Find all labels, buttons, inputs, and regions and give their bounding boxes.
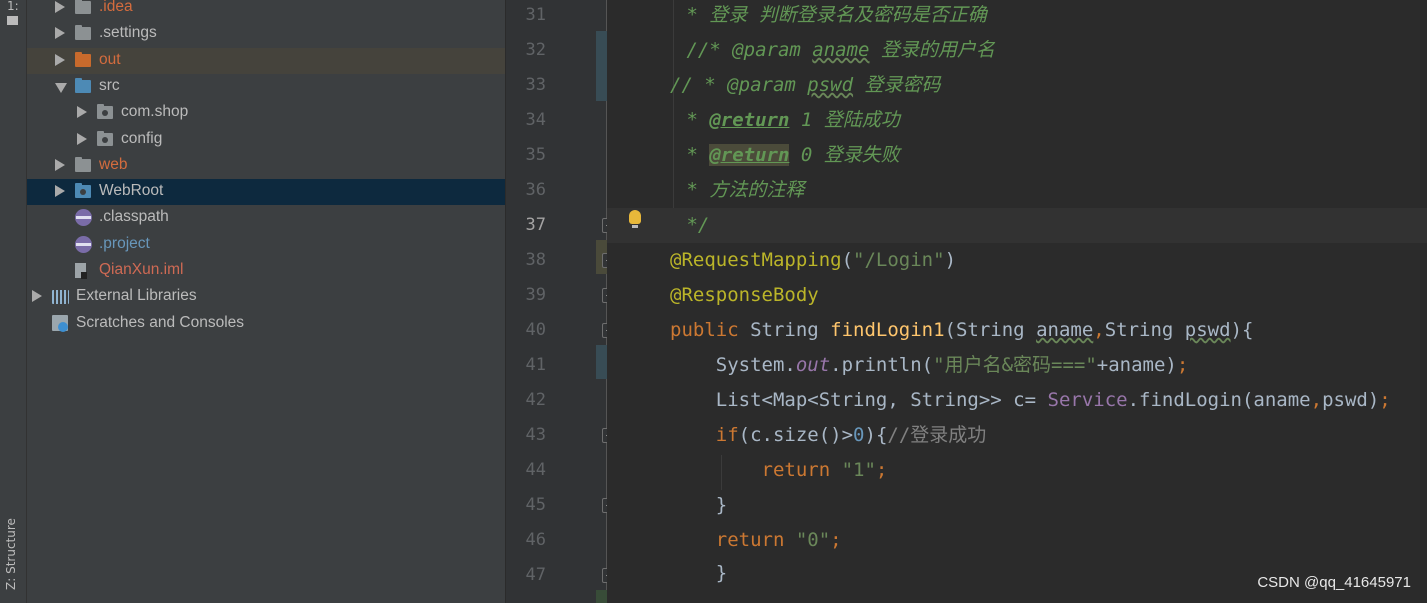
code-line-32: //* @param aname 登录的用户名 <box>675 39 995 61</box>
code-line-44: return "1"; <box>761 459 888 481</box>
line-number: 36 <box>525 180 546 200</box>
folder-icon <box>75 0 91 14</box>
line-number: 35 <box>525 145 546 165</box>
project-tool-button[interactable]: 1: <box>7 0 19 25</box>
line-number: 43 <box>525 425 546 445</box>
line-number: 45 <box>525 495 546 515</box>
expand-arrow-right-icon[interactable] <box>55 1 65 13</box>
tree-item-label: .idea <box>99 0 133 15</box>
watermark: CSDN @qq_41645971 <box>1257 574 1411 591</box>
line-number: 47 <box>525 565 546 585</box>
eclipse-file-icon <box>75 235 92 253</box>
project-tool-label: 1: <box>7 0 19 13</box>
line-number: 31 <box>525 5 546 25</box>
tree-item[interactable]: .idea <box>27 0 505 21</box>
code-line-45: } <box>670 494 728 516</box>
code-line-33: // * @param pswd 登录密码 <box>670 74 941 96</box>
tree-item-label: .classpath <box>99 208 169 226</box>
folder-orange-icon <box>75 51 91 67</box>
tree-item[interactable]: .settings <box>27 21 505 47</box>
line-number: 34 <box>525 110 546 130</box>
tree-item-label: config <box>121 129 163 147</box>
code-line-47: } <box>670 562 728 584</box>
tree-item-label: WebRoot <box>99 182 164 200</box>
tree-item[interactable]: Scratches and Consoles <box>27 311 505 337</box>
current-line-highlight <box>607 208 1427 243</box>
tree-item-label: web <box>99 155 128 173</box>
folder-icon <box>75 156 91 172</box>
tree-item-label: Scratches and Consoles <box>76 313 245 331</box>
line-number: 32 <box>525 40 546 60</box>
eclipse-file-icon <box>75 209 92 227</box>
expand-arrow-right-icon[interactable] <box>55 53 65 66</box>
tree-item[interactable]: External Libraries <box>27 284 505 310</box>
code-line-34: * @return 1 登陆成功 <box>675 109 900 131</box>
tree-item[interactable]: .project <box>27 232 505 258</box>
tree-item[interactable]: QianXun.iml <box>27 258 505 284</box>
code-line-37: */ <box>675 214 710 236</box>
code-line-35: * @return 0 登录失败 <box>675 144 900 166</box>
line-number: 40 <box>525 320 546 340</box>
tree-item[interactable]: web <box>27 153 505 179</box>
line-number: 41 <box>525 355 546 375</box>
scratch-icon <box>52 314 68 332</box>
tree-item-label: src <box>99 76 120 94</box>
line-number: 37 <box>525 215 546 235</box>
editor-gutter: 31 32 33 34 35 36 37 38 39 40 41 42 43 44 45 46 47 <box>506 0 617 603</box>
tree-item-label: .settings <box>99 24 157 42</box>
project-tree: .idea .settings out src com.shop config web Web… <box>27 0 505 603</box>
line-number: 46 <box>525 530 546 550</box>
line-number: 42 <box>525 390 546 410</box>
tree-item[interactable]: config <box>27 127 505 153</box>
tree-item[interactable]: WebRoot <box>27 179 505 206</box>
folder-icon <box>7 16 18 25</box>
expand-arrow-down-icon[interactable] <box>55 82 67 93</box>
line-number: 38 <box>525 250 546 270</box>
source-folder-icon <box>75 77 91 93</box>
line-number: 44 <box>525 460 546 480</box>
code-line-43: if(c.size()>0){//登录成功 <box>715 424 987 446</box>
package-icon <box>97 130 113 146</box>
structure-tool-button[interactable]: Z: Structure <box>4 518 18 590</box>
code-line-31: * 登录 判断登录名及密码是否正确 <box>675 4 987 26</box>
line-number: 33 <box>525 75 546 95</box>
tree-item-label: com.shop <box>121 103 189 121</box>
iml-file-icon <box>75 263 87 279</box>
expand-arrow-right-icon[interactable] <box>77 106 87 119</box>
library-icon <box>52 290 69 305</box>
code-line-40: public String findLogin1(String aname,St… <box>670 319 1254 341</box>
tree-item[interactable]: .classpath <box>27 205 505 231</box>
tree-item[interactable]: out <box>27 47 505 74</box>
code-line-36: * 方法的注释 <box>675 179 805 201</box>
expand-arrow-right-icon[interactable] <box>55 185 65 198</box>
package-icon <box>97 104 113 120</box>
web-folder-icon <box>75 183 91 199</box>
folder-icon <box>75 25 91 41</box>
tree-item[interactable]: src <box>27 74 505 100</box>
expand-arrow-right-icon[interactable] <box>55 27 65 40</box>
tree-item[interactable]: com.shop <box>27 100 505 126</box>
code-line-41: System.out.println("用户名&密码==="+aname); <box>670 354 1189 376</box>
tree-item-label: QianXun.iml <box>99 261 184 278</box>
lightbulb-icon[interactable] <box>629 210 641 228</box>
tree-item-label: out <box>99 50 121 68</box>
indent-guide <box>673 0 674 208</box>
tree-item-label: .project <box>99 234 150 252</box>
code-line-38: @RequestMapping("/Login") <box>670 249 957 271</box>
expand-arrow-right-icon[interactable] <box>77 132 87 145</box>
code-line-42: List<Map<String, String>> c= Service.fin… <box>670 389 1391 411</box>
line-number: 39 <box>525 285 546 305</box>
tree-item-label: External Libraries <box>76 287 197 305</box>
code-line-39: @ResponseBody <box>670 284 819 306</box>
expand-arrow-right-icon[interactable] <box>32 290 42 303</box>
code-editor[interactable]: * 登录 判断登录名及密码是否正确 //* @param aname 登录的用户… <box>607 0 1427 603</box>
tool-window-strip: 1: Z: Structure <box>0 0 27 603</box>
expand-arrow-right-icon[interactable] <box>55 158 65 171</box>
code-line-46: return "0"; <box>715 529 842 551</box>
